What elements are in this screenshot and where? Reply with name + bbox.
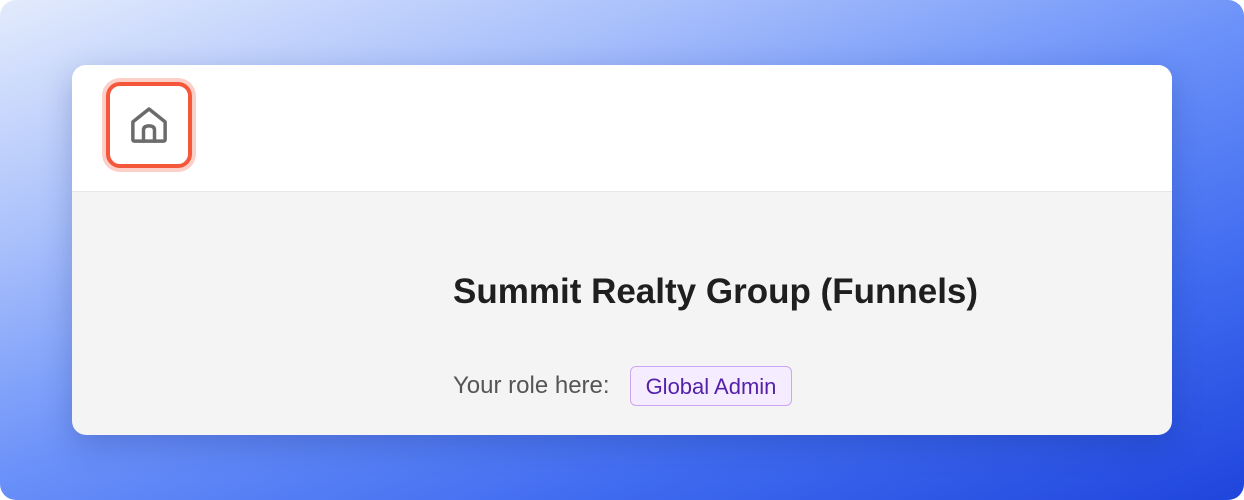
organization-card: Summit Realty Group (Funnels) Your role … [72, 65, 1172, 435]
role-row: Your role here: Global Admin [453, 366, 793, 406]
role-label: Your role here: [453, 372, 610, 399]
card-header [72, 65, 1172, 192]
organization-name: Summit Realty Group (Funnels) [453, 272, 979, 311]
role-badge: Global Admin [629, 366, 793, 406]
home-button[interactable] [106, 82, 192, 168]
home-icon [131, 107, 167, 143]
card-body: Summit Realty Group (Funnels) Your role … [72, 192, 1172, 435]
background: Summit Realty Group (Funnels) Your role … [0, 0, 1244, 500]
